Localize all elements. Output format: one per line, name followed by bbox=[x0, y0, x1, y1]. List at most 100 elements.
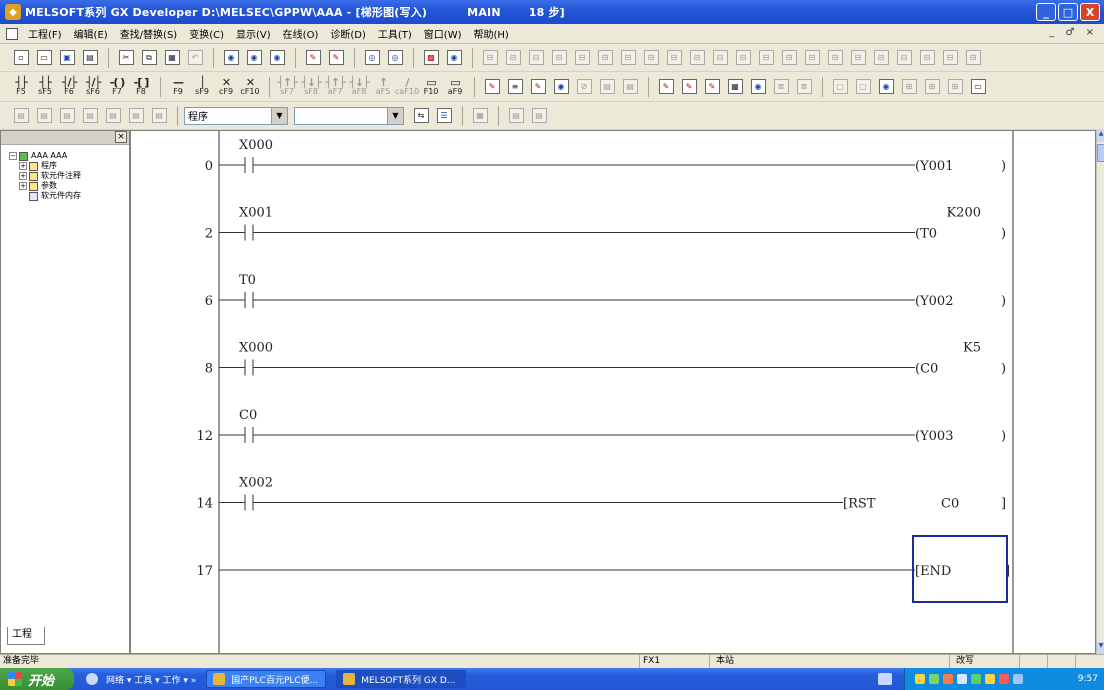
zoom-button[interactable]: ◉ bbox=[747, 76, 769, 98]
ladder-read-button[interactable]: ▤ bbox=[619, 76, 641, 98]
expand-icon[interactable]: + bbox=[19, 182, 27, 190]
sfc-button-5[interactable]: ⊟ bbox=[571, 47, 593, 69]
paste-button[interactable]: ▦ bbox=[161, 47, 183, 69]
line-input-button[interactable]: ▭ F10 bbox=[420, 75, 442, 99]
line-delete-button[interactable]: ▭ aF9 bbox=[444, 75, 466, 99]
expand-icon[interactable]: + bbox=[19, 172, 27, 180]
clock[interactable]: 9:57 bbox=[1078, 674, 1098, 684]
chevron-down-icon[interactable]: ▼ bbox=[271, 107, 287, 124]
parallel-contact-nc-button[interactable]: ┤/├ sF6 bbox=[82, 75, 104, 99]
device-memory-button[interactable]: ◉ bbox=[875, 76, 897, 98]
copy-button[interactable]: ⧉ bbox=[138, 47, 160, 69]
monitor-stop-button[interactable]: ⊘ bbox=[573, 76, 595, 98]
read-from-plc-button[interactable]: ✎ bbox=[325, 47, 347, 69]
tree-item-device-comment[interactable]: + 软元件注释 bbox=[9, 171, 129, 181]
contact-nc-button[interactable]: ┤/├ F6 bbox=[58, 75, 80, 99]
scroll-thumb[interactable] bbox=[1097, 144, 1104, 162]
device-display-button[interactable]: ▦ bbox=[724, 76, 746, 98]
save-button[interactable]: ▣ bbox=[56, 47, 78, 69]
program-combo[interactable]: 程序 ▼ bbox=[184, 106, 288, 125]
step-number[interactable]: 17 bbox=[196, 564, 213, 579]
sfc-list-button[interactable]: ≣ bbox=[793, 76, 815, 98]
tray-icon[interactable] bbox=[943, 674, 953, 684]
ladder-diagram[interactable]: 0 X000 (Y001) 2 X001 (T0) K200 6 T0 (Y002) 8 X000 (C… bbox=[131, 131, 1096, 654]
sfc-button-3[interactable]: ⊟ bbox=[525, 47, 547, 69]
menu-online[interactable]: 在线(O) bbox=[277, 26, 325, 41]
sfc-button-21[interactable]: ⊟ bbox=[939, 47, 961, 69]
tray-icon[interactable] bbox=[957, 674, 967, 684]
delete-vertical-line-button[interactable]: ✕ cF10 bbox=[239, 75, 261, 99]
device-test-button[interactable]: ▩ bbox=[420, 47, 442, 69]
note-display-button[interactable]: ✎ bbox=[701, 76, 723, 98]
monitor-button[interactable]: ◎ bbox=[361, 47, 383, 69]
contact-no-button[interactable]: ┤├ F5 bbox=[10, 75, 32, 99]
sfc-button-20[interactable]: ⊟ bbox=[916, 47, 938, 69]
find-device-button[interactable]: ◉ bbox=[220, 47, 242, 69]
sfc-button-4[interactable]: ⊟ bbox=[548, 47, 570, 69]
statement-edit-button[interactable]: ≡ bbox=[504, 76, 526, 98]
undo-button[interactable]: ↶ bbox=[184, 47, 206, 69]
minimize-button[interactable]: _ bbox=[1036, 3, 1056, 21]
parameter-button[interactable]: ▦ bbox=[469, 105, 491, 127]
device-combo[interactable]: ▼ bbox=[294, 106, 404, 125]
program-list-button[interactable]: ☰ bbox=[433, 105, 455, 127]
parallel-rising-button[interactable]: ┤↑├ aF7 bbox=[324, 75, 346, 99]
sfc-button-2[interactable]: ⊟ bbox=[502, 47, 524, 69]
menu-help[interactable]: 帮助(H) bbox=[468, 26, 515, 41]
tree-item-program[interactable]: + 程序 bbox=[9, 161, 129, 171]
chevron-down-icon[interactable]: ▼ bbox=[387, 107, 403, 124]
parallel-falling-button[interactable]: ┤↓├ aF8 bbox=[348, 75, 370, 99]
operation-result-button[interactable]: ↑ aF5 bbox=[372, 75, 394, 99]
step-number[interactable]: 6 bbox=[205, 294, 213, 309]
menu-diagnostics[interactable]: 诊断(D) bbox=[324, 26, 372, 41]
sfc-button-22[interactable]: ⊟ bbox=[962, 47, 984, 69]
sfc-button-17[interactable]: ⊟ bbox=[847, 47, 869, 69]
menu-tools[interactable]: 工具(T) bbox=[372, 26, 418, 41]
browser-icon[interactable] bbox=[86, 673, 98, 685]
menu-view[interactable]: 显示(V) bbox=[230, 26, 277, 41]
menu-find-replace[interactable]: 查找/替换(S) bbox=[114, 26, 184, 41]
project-data-button-7[interactable]: ▤ bbox=[148, 105, 170, 127]
sfc-button-7[interactable]: ⊟ bbox=[617, 47, 639, 69]
block-button-3[interactable]: ⊞ bbox=[944, 76, 966, 98]
print-button[interactable]: ▤ bbox=[79, 47, 101, 69]
tray-icon[interactable] bbox=[999, 674, 1009, 684]
sfc-button-9[interactable]: ⊟ bbox=[663, 47, 685, 69]
new-file-button[interactable]: ▫ bbox=[10, 47, 32, 69]
sfc-button-19[interactable]: ⊟ bbox=[893, 47, 915, 69]
menu-convert[interactable]: 变换(C) bbox=[183, 26, 230, 41]
find-instruction-button[interactable]: ◉ bbox=[243, 47, 265, 69]
sfc-button-13[interactable]: ⊟ bbox=[755, 47, 777, 69]
maximize-button[interactable]: □ bbox=[1058, 3, 1078, 21]
tree-root[interactable]: − AAA AAA bbox=[9, 151, 129, 161]
project-data-button-4[interactable]: ▤ bbox=[79, 105, 101, 127]
comment-display-button[interactable]: ✎ bbox=[655, 76, 677, 98]
change-display-button[interactable]: ⇆ bbox=[410, 105, 432, 127]
menu-project[interactable]: 工程(F) bbox=[22, 26, 68, 41]
step-number[interactable]: 8 bbox=[205, 362, 213, 377]
start-button[interactable]: 开始 bbox=[0, 668, 74, 690]
project-data-button-6[interactable]: ▤ bbox=[125, 105, 147, 127]
close-button[interactable]: X bbox=[1080, 3, 1100, 21]
tray-icon[interactable] bbox=[915, 674, 925, 684]
collapse-icon[interactable]: − bbox=[9, 152, 17, 160]
monitor-write-button[interactable]: ◎ bbox=[384, 47, 406, 69]
sfc-button-10[interactable]: ⊟ bbox=[686, 47, 708, 69]
comment-edit-button[interactable]: ✎ bbox=[481, 76, 503, 98]
sfc-button-12[interactable]: ⊟ bbox=[732, 47, 754, 69]
menu-edit[interactable]: 编辑(E) bbox=[68, 26, 114, 41]
sfc-button-11[interactable]: ⊟ bbox=[709, 47, 731, 69]
statement-display-button[interactable]: ✎ bbox=[678, 76, 700, 98]
sfc-button-14[interactable]: ⊟ bbox=[778, 47, 800, 69]
cut-button[interactable]: ✂ bbox=[115, 47, 137, 69]
sfc-button-18[interactable]: ⊟ bbox=[870, 47, 892, 69]
tree-item-parameter[interactable]: + 参数 bbox=[9, 181, 129, 191]
mdi-controls[interactable]: _ ♂ × bbox=[1049, 27, 1098, 38]
sfc-button-8[interactable]: ⊟ bbox=[640, 47, 662, 69]
project-data-button-1[interactable]: ▤ bbox=[10, 105, 32, 127]
tab-project[interactable]: 工程 bbox=[7, 627, 45, 645]
instruction-list-button[interactable]: ≣ bbox=[770, 76, 792, 98]
device-comment-button[interactable]: ▤ bbox=[505, 105, 527, 127]
ladder-monitor-button[interactable]: ◉ bbox=[550, 76, 572, 98]
language-icon[interactable] bbox=[878, 673, 892, 685]
